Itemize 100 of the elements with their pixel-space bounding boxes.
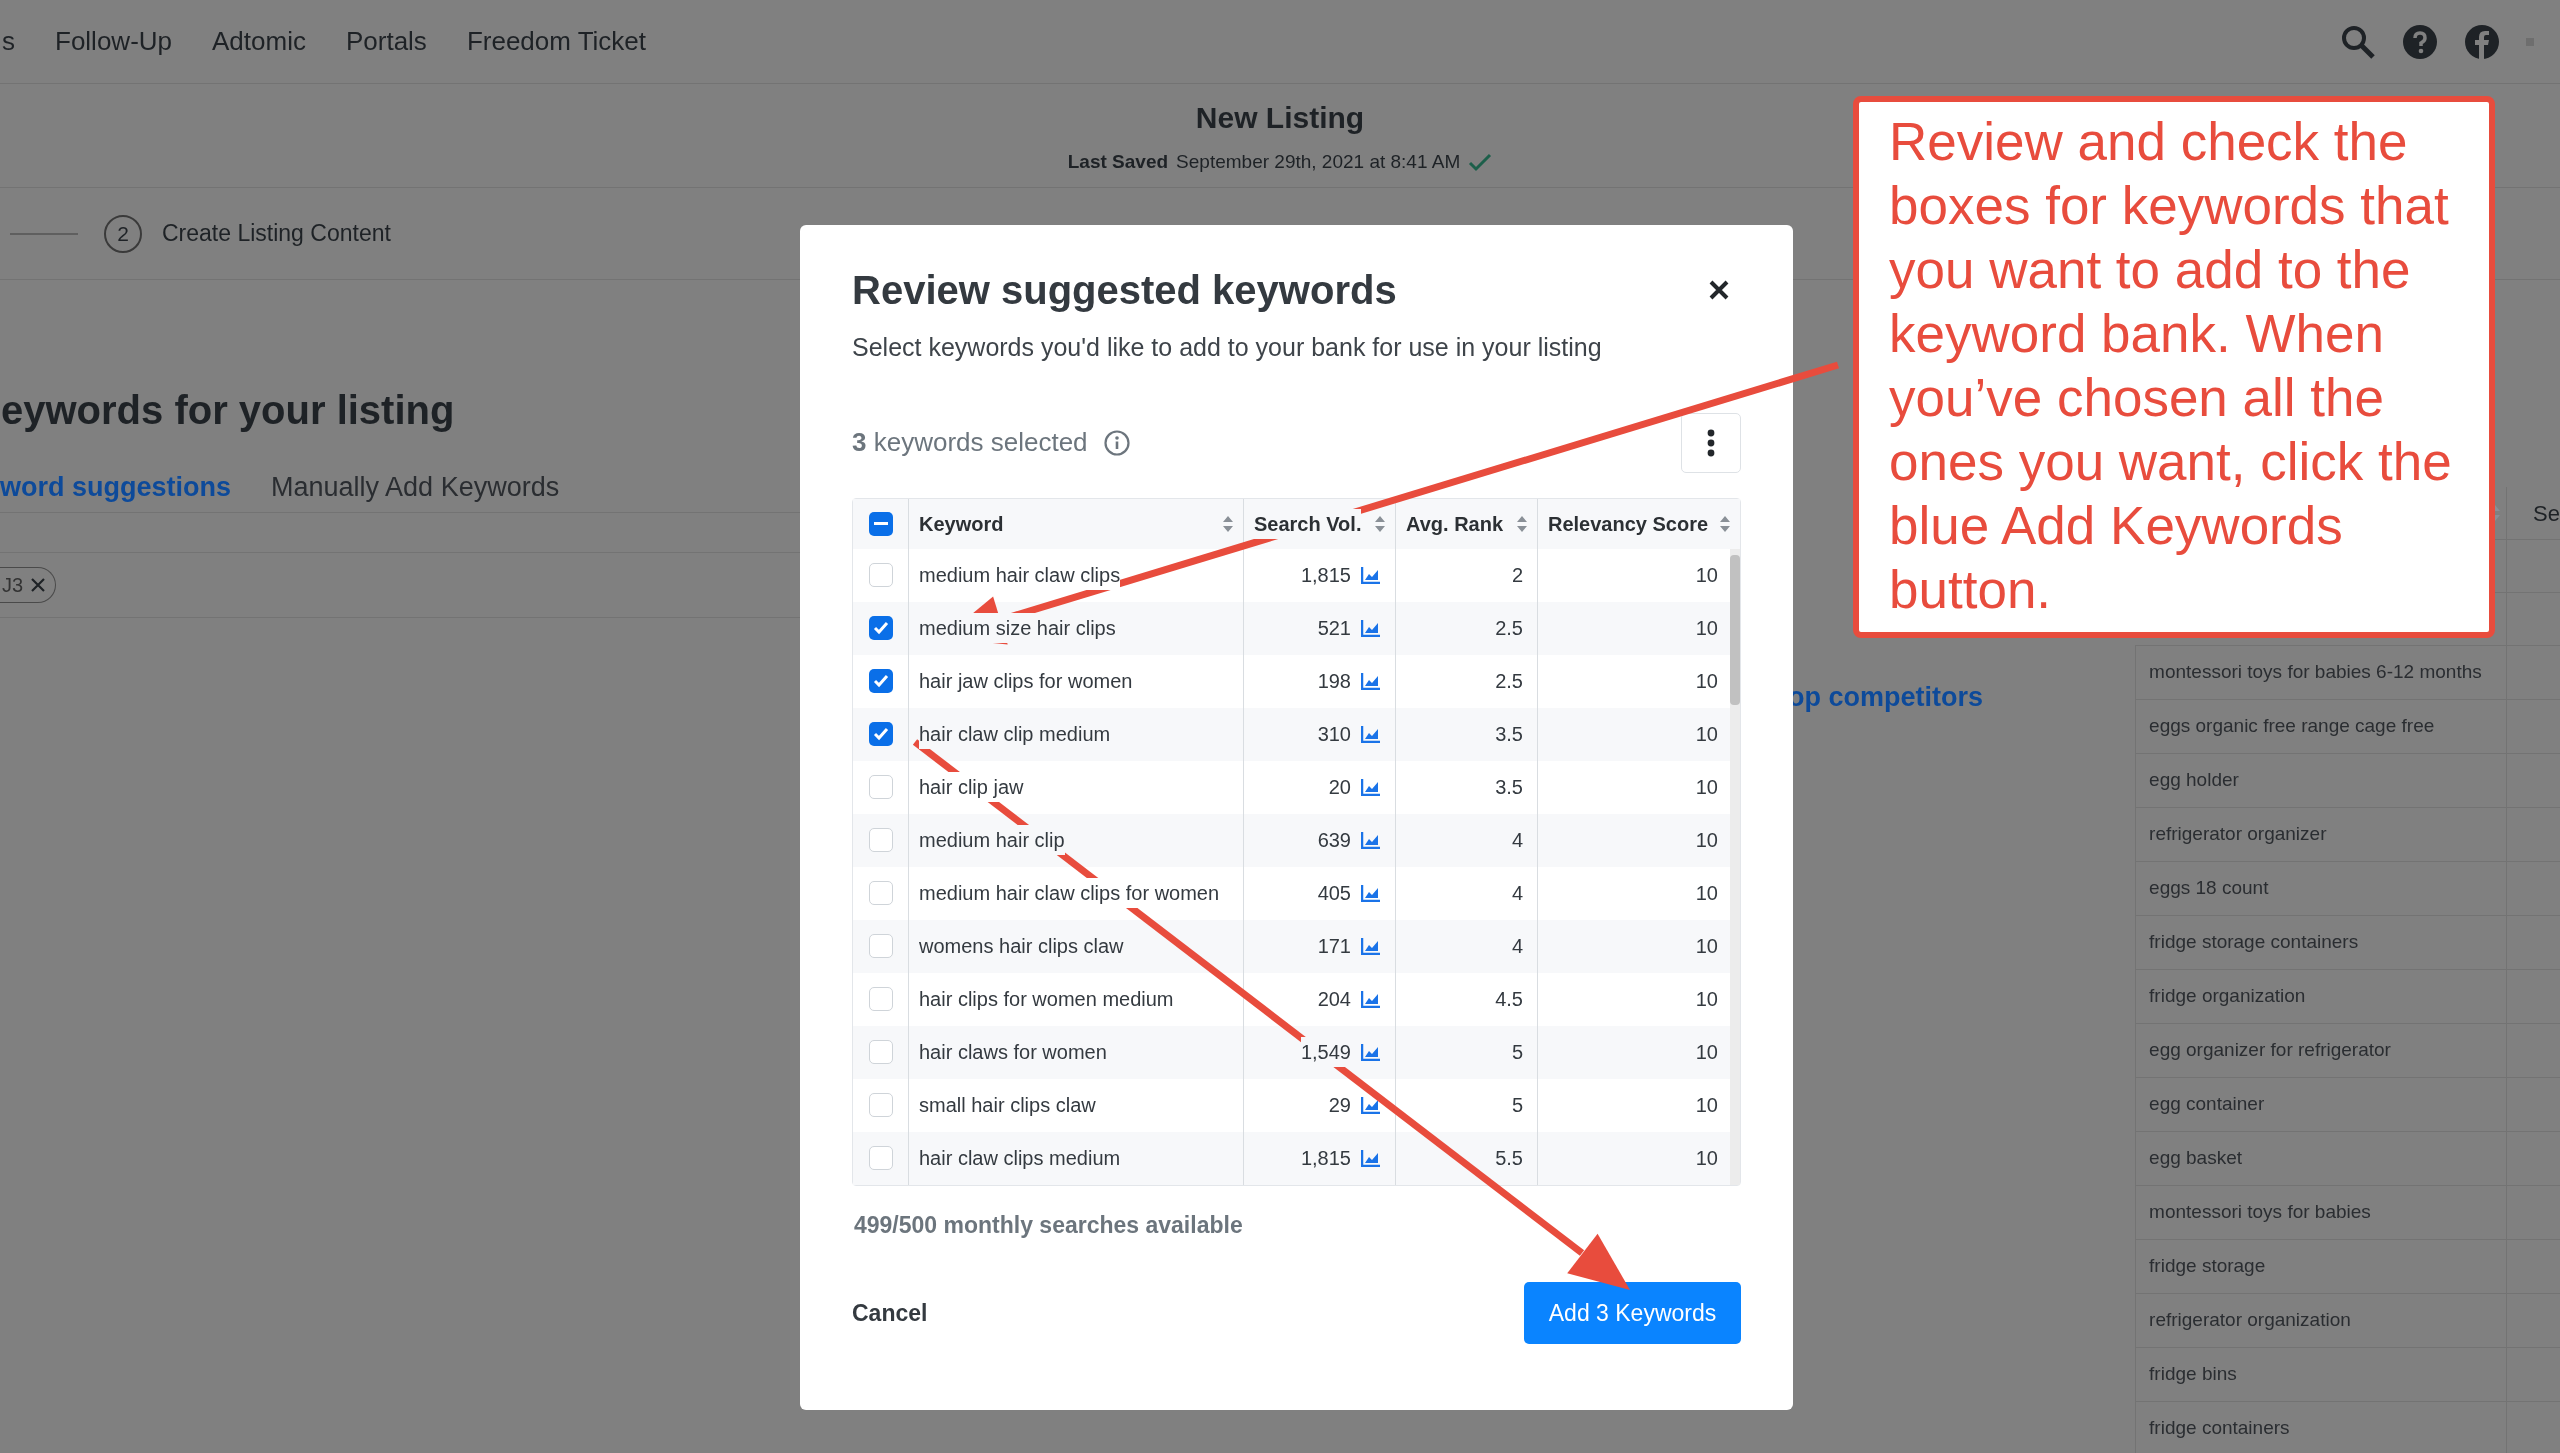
nav-link[interactable]: Freedom Ticket [466, 22, 647, 61]
search-quota: 499/500 monthly searches available [854, 1210, 1244, 1240]
trend-chart-icon[interactable] [1361, 990, 1381, 1008]
nav-link[interactable]: Adtomic [212, 22, 306, 61]
sort-icon [1517, 515, 1527, 532]
sort-icon [1375, 515, 1385, 532]
selected-count: 3 keywords selected [852, 426, 1088, 459]
row-checkbox[interactable] [868, 1093, 893, 1117]
column-header: Se [2532, 499, 2560, 528]
row-checkbox[interactable] [868, 616, 893, 640]
table-cell: medium hair clip [919, 825, 1065, 855]
trend-chart-icon[interactable] [1361, 672, 1381, 690]
close-icon[interactable] [1709, 280, 1729, 300]
check-icon [872, 621, 889, 635]
table-cell-text: 5 [1511, 1040, 1523, 1065]
table-cell-text: 10 [1695, 1040, 1718, 1065]
row-checkbox[interactable] [868, 775, 893, 799]
page-title: New Listing [1195, 99, 1365, 136]
add-keywords-button[interactable]: Add 3 Keywords [1524, 1282, 1741, 1344]
table-cell: 1,549 [1300, 1037, 1351, 1067]
search-icon[interactable] [2340, 23, 2376, 60]
row-checkbox[interactable] [868, 987, 893, 1011]
instruction-text: Review and check the boxes for keywords that you want to add to the keyword bank. When you’ve chosen all the ones you want, click the blue Add Keywords button. [1889, 111, 2453, 621]
table-cell: medium hair claw clips for women [919, 878, 1220, 908]
table-cell-text: fridge storage containers [2149, 930, 2359, 955]
table-cell-text: fridge containers [2149, 1416, 2290, 1441]
table-cell-text: 10 [1695, 722, 1718, 747]
trend-chart-icon[interactable] [1361, 566, 1381, 584]
section-heading: eywords for your listing [1, 387, 456, 434]
table-cell-text: 10 [1695, 669, 1718, 694]
table-cell-text: refrigerator organizer [2149, 822, 2327, 847]
facebook-icon[interactable] [2464, 23, 2500, 60]
table-cell-text: 5 [1511, 1093, 1523, 1118]
table-cell-text: fridge storage [2149, 1254, 2266, 1279]
table-cell-text: eggs organic free range cage free [2149, 714, 2435, 739]
select-all-checkbox[interactable] [868, 511, 893, 536]
trend-chart-icon[interactable] [1361, 1096, 1381, 1114]
table-cell-text: fridge bins [2149, 1362, 2237, 1387]
table-cell-text: eggs 18 count [2149, 876, 2269, 901]
table-cell-text: fridge organization [2149, 984, 2306, 1009]
table-cell-text: 10 [1695, 616, 1718, 641]
column-header[interactable]: Search Vol. [1254, 508, 1362, 539]
table-cell-text: egg organizer for refrigerator [2149, 1038, 2391, 1063]
check-icon [1468, 152, 1493, 172]
sort-icon [1720, 515, 1730, 532]
row-checkbox[interactable] [868, 563, 893, 587]
nav-link[interactable]: s [2, 22, 15, 61]
table-cell-text: 3.5 [1495, 775, 1523, 800]
trend-chart-icon[interactable] [1361, 778, 1381, 796]
tab[interactable]: word suggestions [0, 467, 232, 508]
scrollbar[interactable] [1730, 548, 1740, 1185]
table-cell-text: 10 [1695, 934, 1718, 959]
table-cell-text: montessori toys for babies 6-12 months [2149, 660, 2482, 685]
dash-icon [873, 522, 888, 525]
table-cell-text: refrigerator organization [2149, 1308, 2351, 1333]
trend-chart-icon[interactable] [1361, 1043, 1381, 1061]
row-checkbox[interactable] [868, 934, 893, 958]
step-label: Create Listing Content [162, 219, 391, 249]
row-checkbox[interactable] [868, 1146, 893, 1170]
table-cell-text: 4 [1511, 828, 1523, 853]
table-cell-text: 4 [1511, 881, 1523, 906]
table-cell-text: 10 [1695, 563, 1718, 588]
row-checkbox[interactable] [868, 669, 893, 693]
row-checkbox[interactable] [868, 881, 893, 905]
cancel-button[interactable]: Cancel [852, 1295, 928, 1331]
table-cell-text: 10 [1695, 881, 1718, 906]
nav-link[interactable]: Portals [345, 22, 427, 61]
dialog-title: Review suggested keywords [852, 267, 1397, 314]
table-cell-text: egg holder [2149, 768, 2239, 793]
row-checkbox[interactable] [868, 722, 893, 746]
row-checkbox[interactable] [868, 1040, 893, 1064]
table-cell: hair clip jaw [919, 772, 1024, 802]
trend-chart-icon[interactable] [1361, 937, 1381, 955]
dialog-subtitle: Select keywords you'd like to add to your bank for use in your listing [852, 332, 1603, 363]
table-cell-text: 4 [1511, 934, 1523, 959]
help-icon[interactable] [2402, 23, 2438, 60]
trend-chart-icon[interactable] [1361, 1149, 1381, 1167]
table-cell-text: 10 [1695, 987, 1718, 1012]
trend-chart-icon[interactable] [1361, 884, 1381, 902]
table-cell: medium size hair clips [919, 613, 1116, 643]
tab[interactable]: Manually Add Keywords [271, 467, 560, 508]
row-checkbox[interactable] [868, 828, 893, 852]
more-options-button[interactable] [1681, 412, 1741, 473]
last-saved-time: September 29th, 2021 at 8:41 AM [1176, 149, 1461, 174]
table-cell-text: 2 [1511, 563, 1523, 588]
info-icon[interactable] [1103, 429, 1130, 456]
nav-link[interactable]: Follow-Up [55, 22, 173, 61]
check-icon [872, 727, 889, 741]
table-cell-text: 3.5 [1495, 722, 1523, 747]
table-cell-text: egg basket [2149, 1146, 2243, 1171]
table-cell-text: 2.5 [1495, 669, 1523, 694]
table-cell-text: montessori toys for babies [2149, 1200, 2371, 1225]
sort-icon [1223, 515, 1233, 532]
table-cell-text: 4.5 [1495, 987, 1523, 1012]
table-cell-text: egg container [2149, 1092, 2265, 1117]
table-cell-text: 2.5 [1495, 616, 1523, 641]
trend-chart-icon[interactable] [1361, 725, 1381, 743]
check-icon [872, 674, 889, 688]
trend-chart-icon[interactable] [1361, 831, 1381, 849]
trend-chart-icon[interactable] [1361, 619, 1381, 637]
